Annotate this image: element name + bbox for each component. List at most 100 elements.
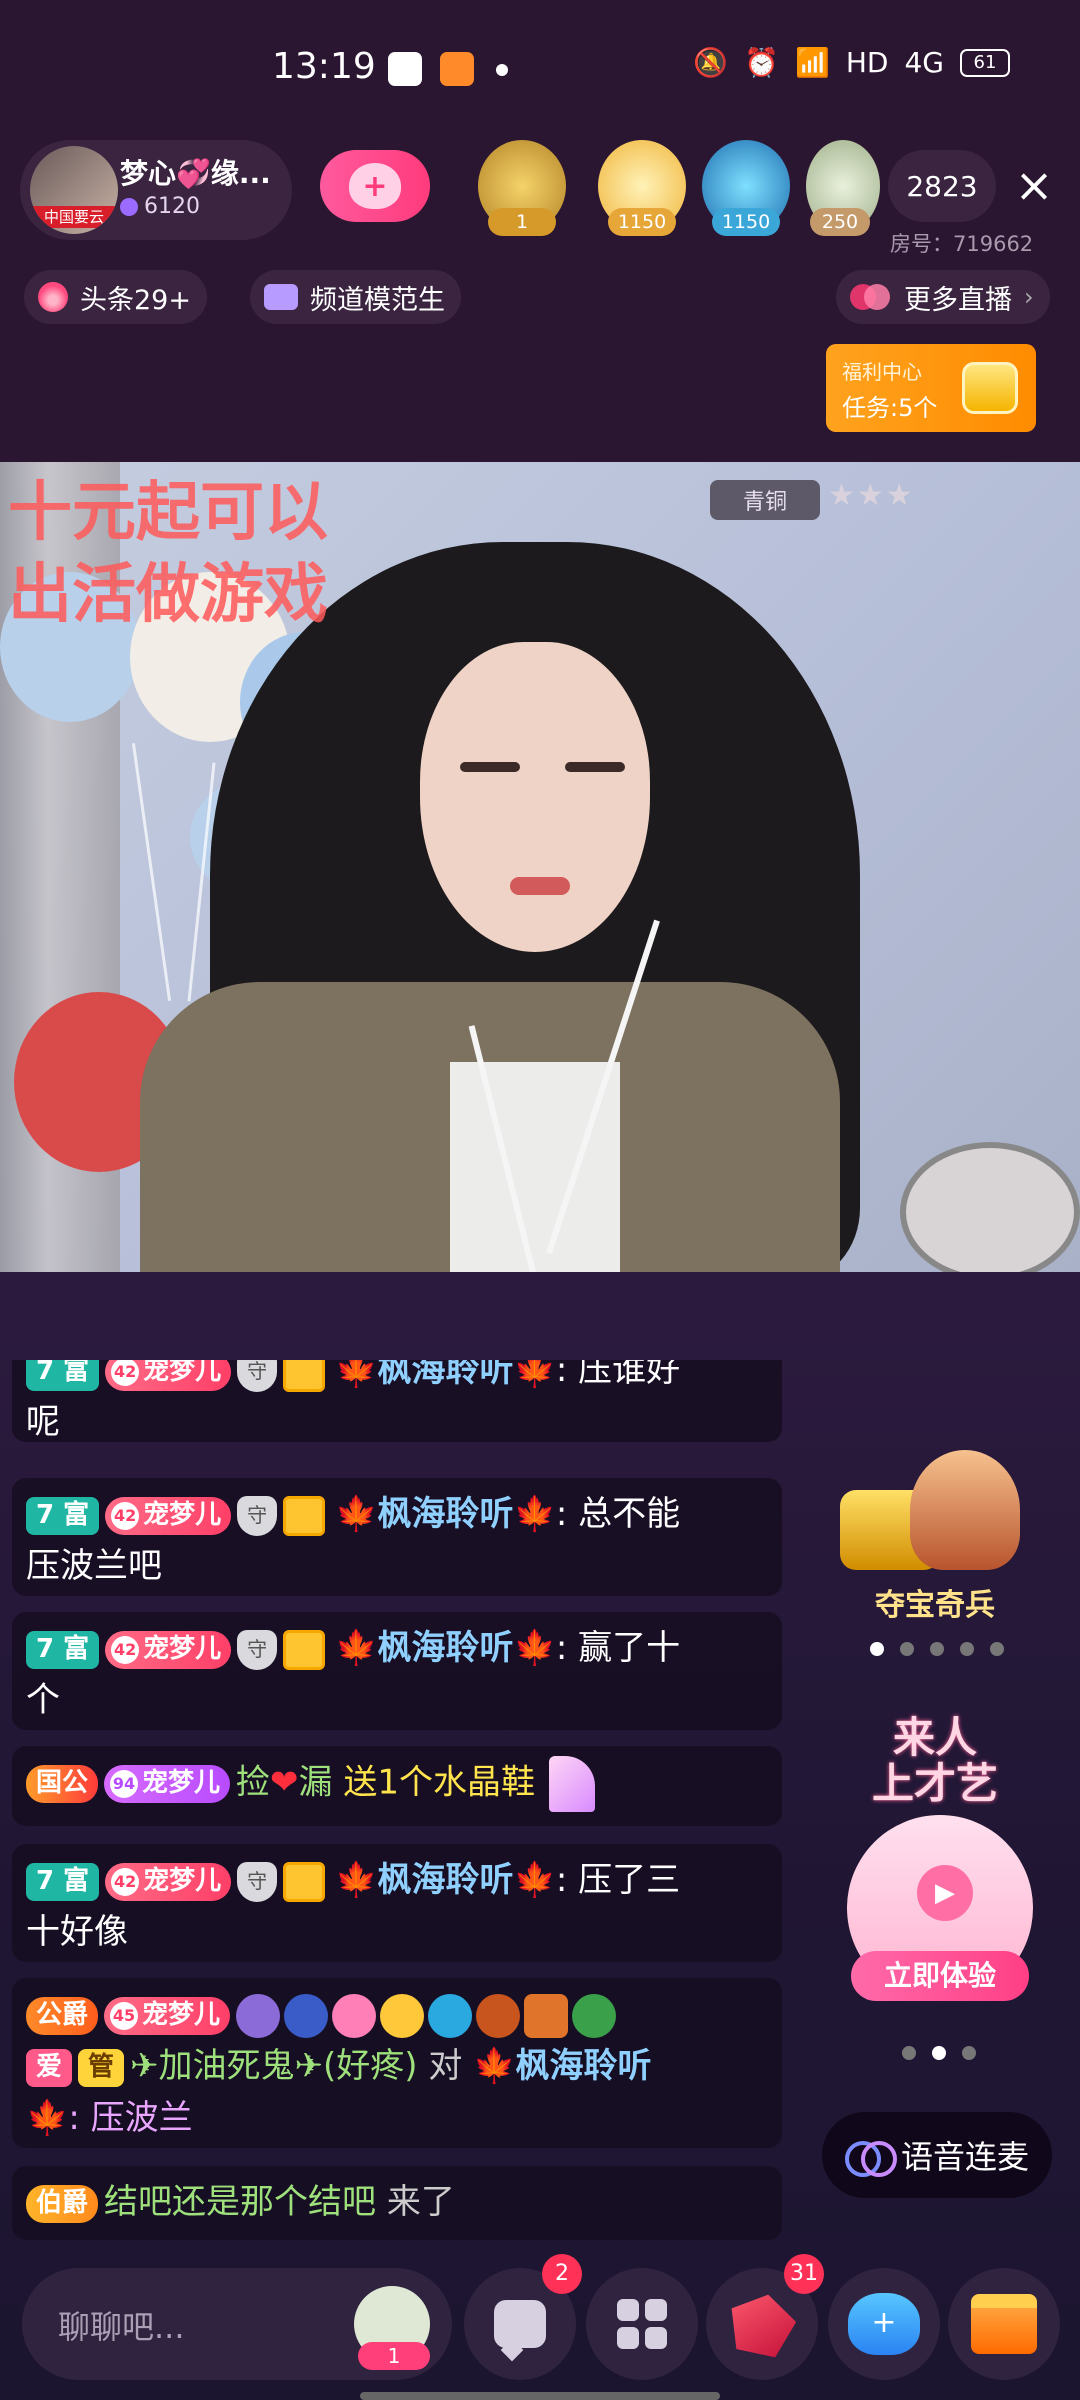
chat-list[interactable]: 7 富 42 宠梦儿守 🍁枫海聆听🍁: 压谁好呢 7 富 42 宠梦儿守 🍁枫海聆听🍁: 总… [12, 1360, 782, 2240]
chat-username[interactable]: 枫海聆听 [378, 1860, 514, 1900]
medal-icon [236, 1993, 281, 2038]
love-badge: 爱 [26, 2048, 73, 2087]
balloon-string [131, 743, 172, 1001]
room-number: 房号：719662 [890, 232, 1034, 256]
viewer-avatar[interactable]: 250 [806, 140, 880, 236]
maple-leaf-icon: 🍁 [473, 2046, 516, 2086]
pager-dot [990, 1642, 1004, 1656]
chat-text: : 总不能 [555, 1494, 681, 1534]
chat-message: 公爵 45 宠梦儿爱管 ✈加油死鬼✈(好疼) 对 🍁枫海聆听 🍁: 压波兰 [12, 1978, 782, 2148]
user-card-icon [283, 1629, 326, 1670]
chat-username[interactable]: 枫海聆听 [516, 2046, 652, 2086]
live-video[interactable]: 十元起可以 出活做游戏 青铜 ★★★ [0, 462, 1080, 1272]
medal-icon [572, 1993, 617, 2038]
pager-dot [930, 1642, 944, 1656]
more-button[interactable] [586, 2268, 698, 2380]
voice-link-button[interactable]: 语音连麦 [822, 2112, 1052, 2198]
try-now-button[interactable]: 立即体验 [851, 1951, 1029, 2001]
user-card-icon [283, 1495, 326, 1536]
host-likes-count: 6120 [144, 194, 200, 219]
host-avatar[interactable]: 中国要云 [30, 146, 118, 234]
viewer-avatar[interactable]: 1150 [702, 140, 790, 236]
battery-level: 61 [973, 52, 997, 73]
medal-icon [284, 1993, 329, 2038]
chat-input[interactable]: 聊聊吧... 1 [22, 2268, 452, 2380]
fan-badge: 42 宠梦儿 [105, 1360, 232, 1391]
gift-text: 送1个水晶鞋 [343, 1762, 535, 1803]
headline-pill[interactable]: 头条29+ [24, 270, 207, 324]
chat-username[interactable]: 捡 [236, 1763, 270, 1803]
mute-icon: 🔕 [693, 46, 729, 79]
more-live-pill[interactable]: 更多直播 › [836, 270, 1050, 324]
pager-dot [900, 1642, 914, 1656]
dwarf-figure [910, 1450, 1020, 1570]
fan-badge-label: 宠梦儿 [143, 1360, 222, 1386]
guard-badge-icon: 守 [237, 1861, 278, 1902]
chat-username[interactable]: 枫海聆听 [378, 1628, 514, 1668]
wifi-icon: 📶 [794, 46, 830, 79]
overlay-line-2: 出活做游戏 [8, 558, 328, 632]
fire-icon [38, 282, 68, 312]
chat-username[interactable]: 枫海聆听 [378, 1360, 514, 1390]
chat-username[interactable]: 枫海聆听 [378, 1494, 514, 1534]
pager-dot [902, 2046, 916, 2060]
close-icon[interactable]: × [1010, 162, 1058, 210]
level-label: 青铜 [742, 490, 787, 515]
play-icon: ▶ [917, 1865, 973, 1921]
headline-label: 头条29+ [80, 284, 191, 316]
chat-username[interactable]: ✈加油死鬼✈(好疼) [130, 2046, 418, 2086]
user-card-icon [283, 1360, 326, 1392]
gem-button[interactable]: 31 [706, 2254, 824, 2380]
maple-leaf-icon: 🍁 [513, 1494, 556, 1534]
fan-level: 42 [111, 1501, 140, 1530]
more-live-label: 更多直播 [904, 284, 1012, 316]
treasure-chest-icon [962, 362, 1018, 414]
channel-pill[interactable]: 频道模范生 [250, 270, 461, 324]
app-notification-icon [440, 52, 474, 86]
messages-button[interactable]: 2 [464, 2254, 582, 2380]
viewer-avatar[interactable]: 1 [478, 140, 566, 236]
viewer-avatar[interactable]: 1150 [598, 140, 686, 236]
rich-level-badge: 7 富 [26, 1862, 100, 1901]
gem-icon [723, 2288, 800, 2360]
fan-badge: 42 宠梦儿 [105, 1630, 232, 1669]
home-indicator[interactable] [360, 2392, 720, 2400]
network-label: 4G [904, 46, 944, 79]
channel-label: 频道模范生 [310, 284, 445, 316]
chat-text: : 压波兰 [68, 2098, 193, 2138]
chat-text-cont: 十好像 [26, 1912, 128, 1952]
treasure-hunt-banner[interactable]: 夺宝奇兵 [830, 1430, 1040, 1650]
pager-dot [870, 1642, 884, 1656]
fan-badge: 42 宠梦儿 [105, 1862, 232, 1901]
chat-text: : 压了三 [555, 1860, 681, 1900]
guard-badge-icon: 守 [237, 1495, 278, 1536]
talent-banner[interactable]: 来人 上才艺 ▶ 立即体验 [825, 1715, 1045, 2015]
pager-dot [960, 1642, 974, 1656]
follow-button[interactable]: + [320, 150, 430, 222]
fan-badge-label: 宠梦儿 [143, 1865, 222, 1896]
viewer-count[interactable]: 2823 [888, 150, 996, 222]
rich-level-badge: 7 富 [26, 1630, 100, 1669]
welfare-center[interactable]: 福利中心 任务:5个 [826, 344, 1036, 432]
fan-level: 45 [110, 2001, 139, 2030]
chat-input-placeholder: 聊聊吧... [58, 2308, 185, 2346]
chat-message: 7 富 42 宠梦儿守 🍁枫海聆听🍁: 压了三 十好像 [12, 1844, 782, 1962]
gift-button[interactable] [948, 2268, 1060, 2380]
level-stars: ★★★ [828, 478, 915, 513]
voice-link-label: 语音连麦 [900, 2138, 1029, 2176]
fan-level: 42 [111, 1360, 140, 1386]
chat-username[interactable]: 结吧还是那个结吧 [104, 2182, 376, 2222]
noble-badge: 国公 [26, 1765, 99, 1803]
chat-text-cont: 个 [26, 1680, 60, 1720]
maple-leaf-icon: 🍁 [335, 1360, 378, 1390]
chat-username-cont[interactable]: 漏 [299, 1763, 333, 1803]
fan-badge: 45 宠梦儿 [104, 1996, 231, 2035]
crystal-shoe-icon [548, 1756, 595, 1812]
status-time: 13:19 [272, 46, 376, 87]
host-name: 梦心💞缘... [120, 157, 271, 190]
maple-leaf-icon: 🍁 [513, 1360, 556, 1390]
user-card-icon [283, 1861, 326, 1902]
chat-connector: 对 [428, 2046, 463, 2086]
host-info[interactable]: 中国要云 梦心💞缘... 6120 [20, 140, 292, 240]
game-button[interactable]: + [828, 2268, 940, 2380]
